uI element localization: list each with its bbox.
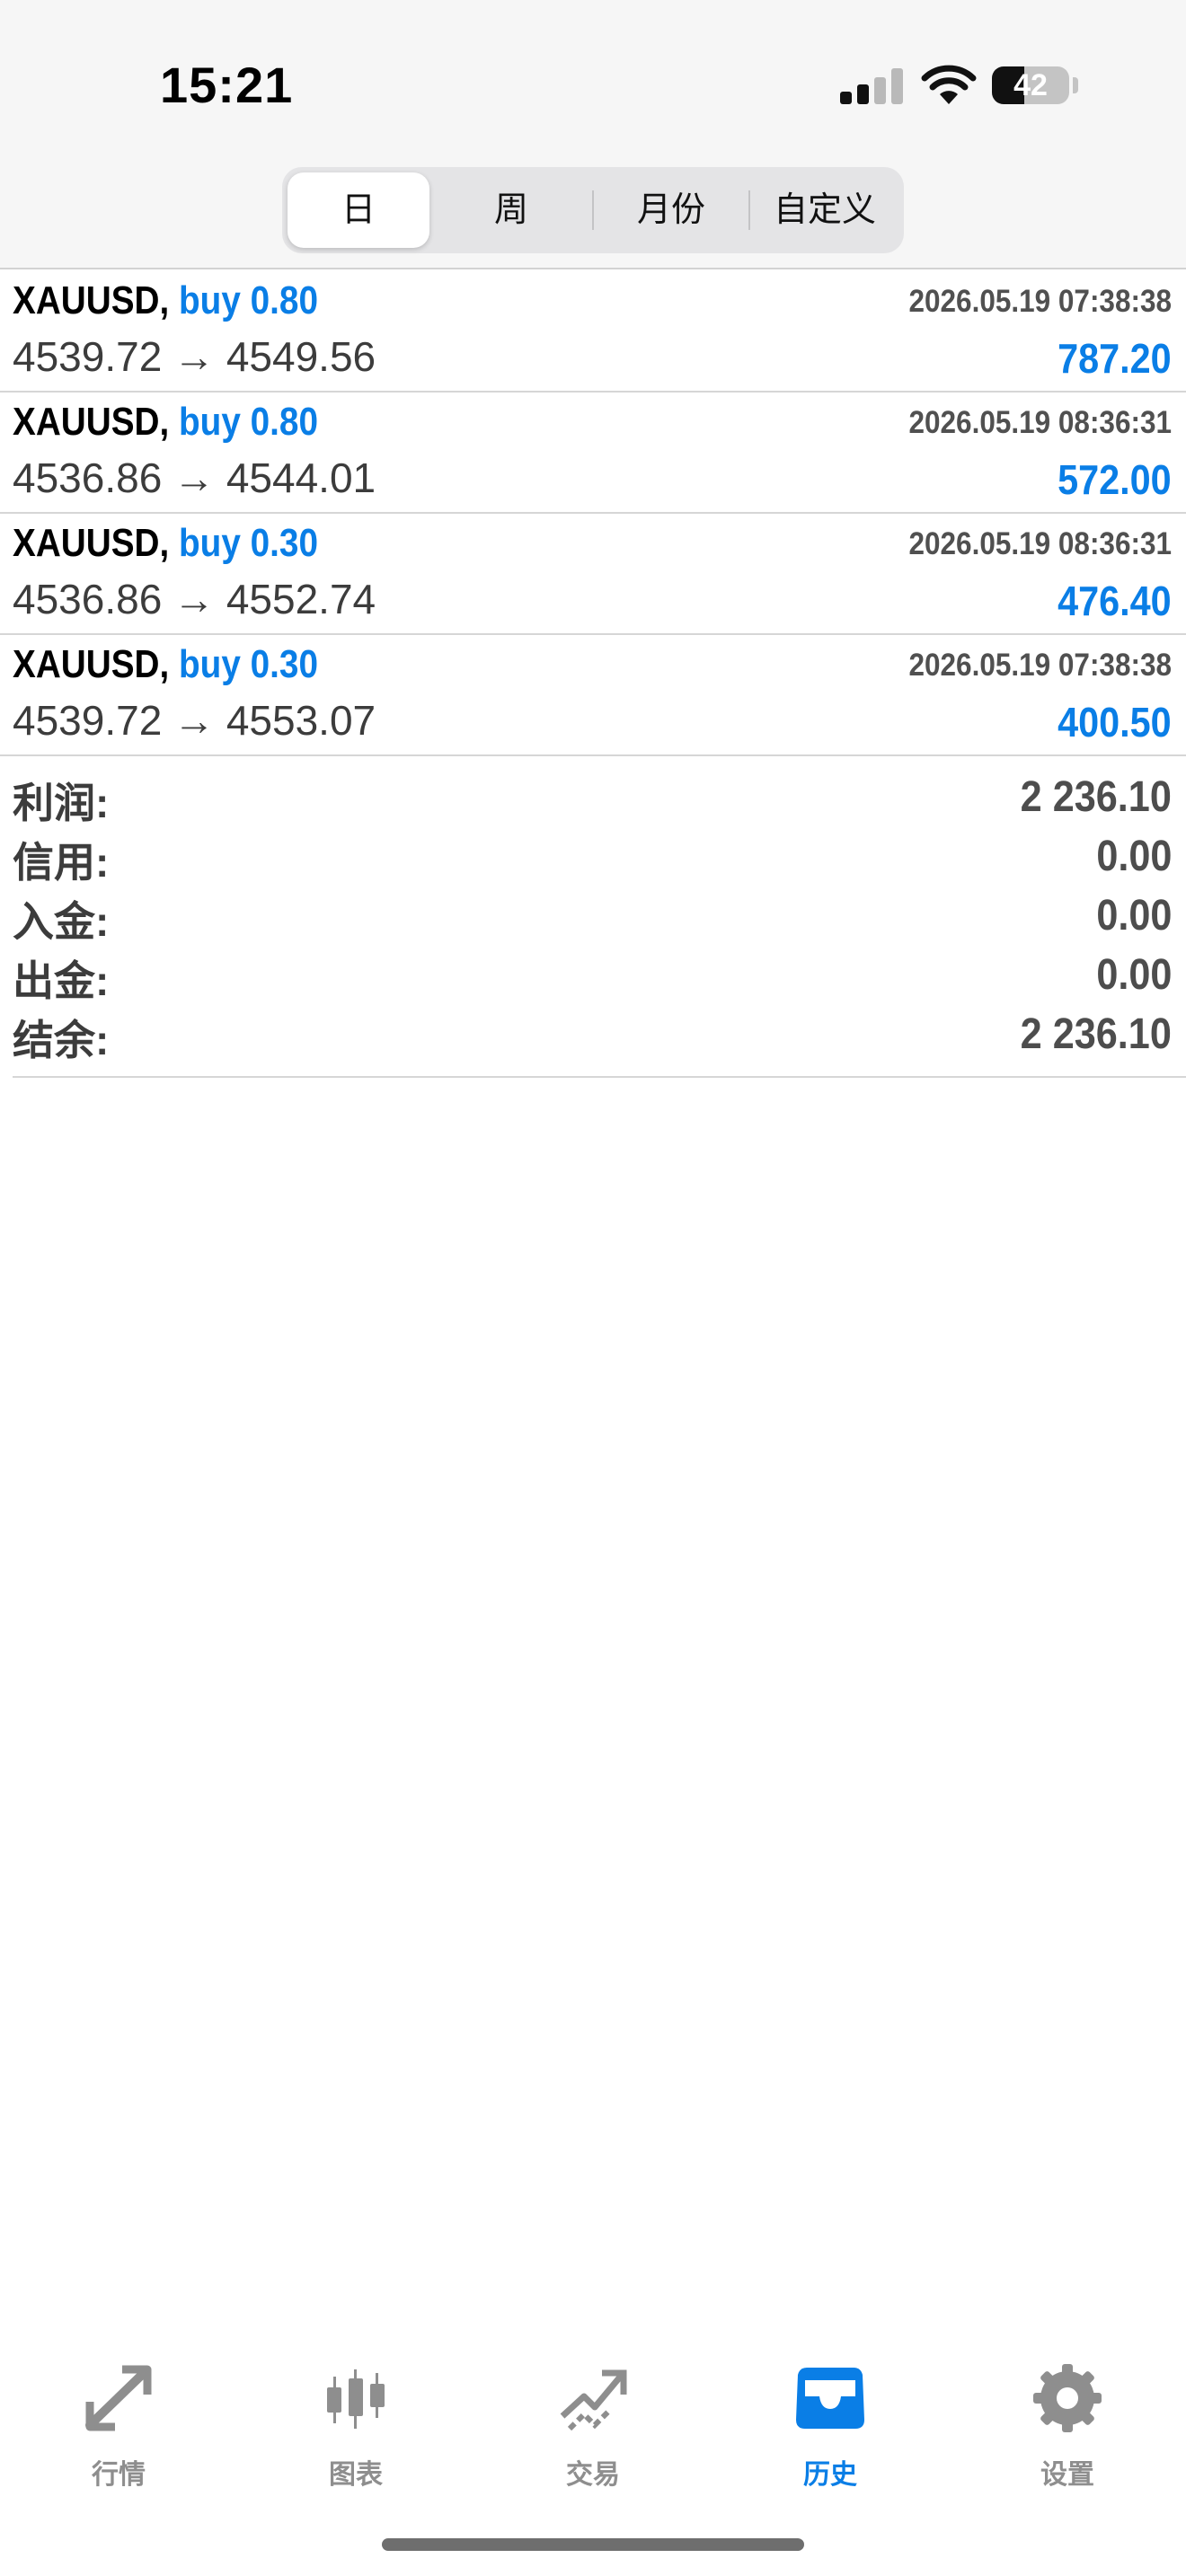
tab-settings[interactable]: 设置 (996, 2362, 1139, 2497)
trade-symbol: XAUUSD, (13, 521, 170, 565)
tab-label: 交易 (566, 2460, 620, 2490)
trade-symbol: XAUUSD, (13, 400, 170, 444)
summary-label: 结余: (13, 1017, 110, 1063)
segment-divider (592, 190, 594, 230)
summary-deposit: 入金: 0.00 (0, 889, 1186, 948)
trade-time: 2026.05.19 08:36:31 (908, 405, 1173, 440)
segment-day[interactable]: 日 (288, 172, 429, 248)
period-segmented-control: 日 周 月份 自定义 (282, 167, 904, 253)
summary-value: 0.00 (1095, 833, 1172, 880)
segment-custom[interactable]: 自定义 (751, 172, 898, 248)
trade-profit: 400.50 (1058, 699, 1172, 745)
tab-label: 图表 (329, 2460, 383, 2490)
segment-divider (748, 190, 750, 230)
header: 15:21 42 日 周 月份 自定义 (0, 0, 1186, 269)
battery-percent: 42 (1013, 68, 1048, 102)
trade-time: 2026.05.19 07:38:38 (908, 648, 1173, 683)
trade-side-volume: buy 0.30 (179, 642, 318, 686)
segment-week[interactable]: 周 (435, 172, 588, 248)
summary-value: 0.00 (1095, 892, 1172, 940)
history-icon (796, 2368, 864, 2429)
trade-symbol: XAUUSD, (13, 642, 170, 686)
summary-value: 2 236.10 (1020, 773, 1172, 821)
summary-label: 利润: (13, 780, 110, 826)
trade-row[interactable]: XAUUSD, buy 0.30 2026.05.19 08:36:31 453… (0, 514, 1186, 635)
trade-side-volume: buy 0.80 (179, 278, 318, 322)
summary-value: 0.00 (1095, 951, 1172, 999)
trade-prices: 4536.86 → 4552.74 (13, 576, 376, 622)
summary-label: 出金: (13, 957, 110, 1004)
summary-label: 信用: (13, 839, 110, 886)
tab-history[interactable]: 历史 (758, 2362, 902, 2497)
tab-label: 行情 (92, 2460, 146, 2490)
divider (13, 1076, 1186, 1078)
tab-chart[interactable]: 图表 (284, 2362, 428, 2497)
trade-prices: 4539.72 → 4553.07 (13, 697, 376, 744)
summary-balance: 结余: 2 236.10 (0, 1008, 1186, 1067)
home-indicator[interactable] (382, 2538, 804, 2551)
trade-row[interactable]: XAUUSD, buy 0.80 2026.05.19 08:36:31 453… (0, 393, 1186, 514)
tab-trade[interactable]: 交易 (521, 2362, 665, 2497)
trade-profit: 787.20 (1058, 335, 1172, 382)
battery-tip (1073, 77, 1078, 93)
chart-icon (327, 2369, 385, 2429)
summary-value: 2 236.10 (1020, 1010, 1172, 1058)
trade-prices: 4539.72 → 4549.56 (13, 333, 376, 380)
trade-time: 2026.05.19 08:36:31 (908, 526, 1173, 561)
wifi-icon (921, 65, 977, 104)
tab-label: 历史 (803, 2460, 857, 2490)
trade-prices: 4536.86 → 4544.01 (13, 454, 376, 501)
trade-side-volume: buy 0.80 (179, 400, 318, 444)
summary-credit: 信用: 0.00 (0, 830, 1186, 889)
summary-label: 入金: (13, 898, 110, 945)
trade-row[interactable]: XAUUSD, buy 0.30 2026.05.19 07:38:38 453… (0, 635, 1186, 756)
status-time: 15:21 (160, 57, 294, 113)
trade-row[interactable]: XAUUSD, buy 0.80 2026.05.19 07:38:38 453… (0, 271, 1186, 393)
settings-icon (1033, 2364, 1102, 2432)
trade-icon (560, 2369, 627, 2431)
summary-withdrawal: 出金: 0.00 (0, 948, 1186, 1008)
trade-symbol: XAUUSD, (13, 278, 170, 322)
segment-month[interactable]: 月份 (595, 172, 748, 248)
trade-side-volume: buy 0.30 (179, 521, 318, 565)
trade-time: 2026.05.19 07:38:38 (908, 284, 1173, 319)
summary-profit: 利润: 2 236.10 (0, 771, 1186, 830)
tab-label: 设置 (1040, 2460, 1094, 2490)
quotes-icon (85, 2365, 152, 2431)
trade-profit: 476.40 (1058, 578, 1172, 624)
battery-icon: 42 (992, 66, 1069, 104)
cellular-signal-icon (840, 68, 903, 104)
trade-profit: 572.00 (1058, 456, 1172, 503)
tab-quotes[interactable]: 行情 (47, 2362, 190, 2497)
